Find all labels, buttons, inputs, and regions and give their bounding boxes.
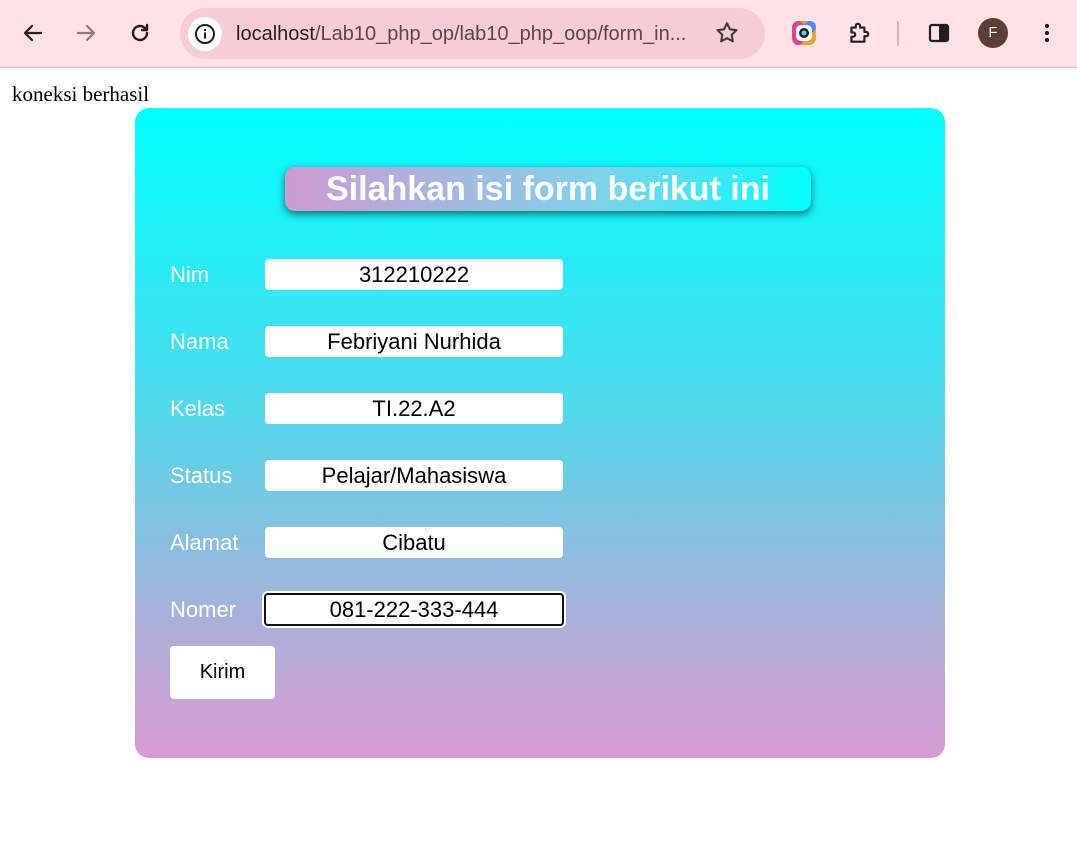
- status-label: Status: [170, 463, 233, 488]
- nim-label: Nim: [170, 262, 210, 287]
- kelas-label: Kelas: [170, 396, 226, 421]
- forward-arrow-icon: [76, 24, 96, 42]
- info-icon: [195, 24, 215, 44]
- puzzle-icon: [850, 22, 870, 43]
- profile-avatar[interactable]: F: [978, 18, 1008, 48]
- url-text[interactable]: localhost/Lab10_php_op/lab10_php_oop/for…: [236, 22, 714, 46]
- connection-status-text: koneksi berhasil: [12, 82, 150, 106]
- toolbar-divider: [897, 21, 899, 46]
- nama-label: Nama: [170, 329, 229, 354]
- address-bar[interactable]: localhost/Lab10_php_op/lab10_php_oop/for…: [180, 8, 765, 59]
- nim-input[interactable]: [265, 259, 563, 290]
- nomer-label: Nomer: [170, 597, 237, 622]
- star-icon: [716, 22, 738, 43]
- reload-icon: [131, 23, 149, 42]
- extension-app-button[interactable]: [785, 14, 823, 52]
- form-card: Silahkan isi form berikut ini Nim Nama K…: [135, 108, 945, 758]
- kirim-button[interactable]: Kirim: [170, 646, 275, 699]
- kebab-menu-icon: [1044, 23, 1050, 43]
- nomer-input[interactable]: [264, 593, 564, 626]
- url-host: localhost: [236, 23, 315, 45]
- reload-button[interactable]: [121, 14, 159, 52]
- side-panel-icon: [928, 23, 950, 43]
- back-arrow-icon: [23, 24, 43, 42]
- alamat-input[interactable]: [265, 527, 563, 558]
- kelas-input[interactable]: [265, 393, 563, 424]
- browser-menu-button[interactable]: [1028, 14, 1066, 52]
- url-path: /Lab10_php_op/lab10_php_oop/form_in...: [314, 23, 687, 45]
- nama-input[interactable]: [265, 326, 563, 357]
- bookmark-button[interactable]: [714, 20, 740, 51]
- back-button[interactable]: [14, 14, 52, 52]
- extensions-button[interactable]: [840, 14, 878, 52]
- site-info-button[interactable]: [188, 17, 222, 51]
- extension-app-icon: [792, 21, 816, 45]
- form-heading: Silahkan isi form berikut ini: [285, 167, 811, 211]
- browser-toolbar: localhost/Lab10_php_op/lab10_php_oop/for…: [0, 0, 1077, 68]
- alamat-label: Alamat: [170, 530, 239, 555]
- status-input[interactable]: [265, 460, 563, 491]
- side-panel-button[interactable]: [920, 14, 958, 52]
- forward-button[interactable]: [67, 14, 105, 52]
